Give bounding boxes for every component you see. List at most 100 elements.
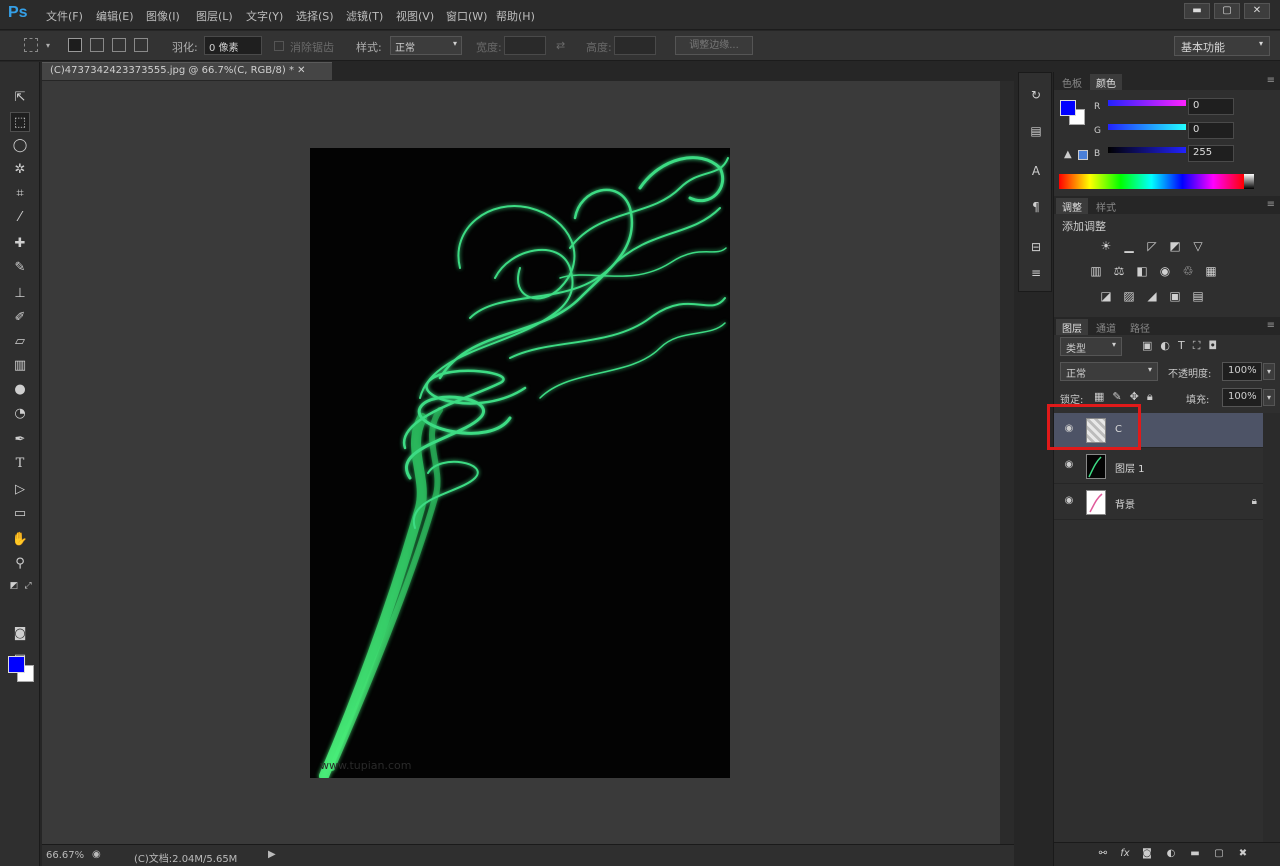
intersect-selection-icon[interactable]	[134, 38, 148, 52]
paragraph-panel-icon[interactable]: ¶	[1028, 199, 1044, 215]
layer-effects-icon[interactable]: fx	[1118, 848, 1132, 862]
channel-mixer-icon[interactable]: ♲	[1180, 264, 1196, 278]
channel-g-value[interactable]: 0	[1188, 122, 1234, 139]
swap-colors-icon[interactable]: ⤢	[18, 576, 38, 596]
brightness-icon[interactable]: ☀	[1098, 239, 1114, 253]
layer-filter-select[interactable]: 类型 ▾	[1060, 337, 1122, 356]
magic-wand-icon[interactable]: ✲	[10, 160, 30, 180]
marquee-preset-icon[interactable]	[24, 38, 38, 52]
healing-brush-icon[interactable]: ✚	[10, 234, 30, 254]
feather-field[interactable]: 0 像素	[204, 36, 262, 55]
add-selection-icon[interactable]	[90, 38, 104, 52]
curves-icon[interactable]: ◸	[1144, 239, 1160, 253]
dodge-tool-icon[interactable]: ◔	[10, 404, 30, 424]
menu-select[interactable]: 选择(S)	[296, 8, 346, 24]
foreground-color-swatch[interactable]	[8, 656, 25, 673]
gradient-map-icon[interactable]: ▤	[1190, 289, 1206, 303]
close-button[interactable]: ✕	[1244, 3, 1270, 19]
restore-button[interactable]: ▢	[1214, 3, 1240, 19]
workspace-select[interactable]: 基本功能 ▾	[1174, 36, 1270, 56]
menu-image[interactable]: 图像(I)	[146, 8, 196, 24]
preset-dropdown-icon[interactable]: ▾	[46, 41, 50, 50]
channel-r-slider[interactable]	[1108, 100, 1186, 106]
zoom-level[interactable]: 66.67%	[46, 850, 84, 861]
type-tool-icon[interactable]: T	[10, 454, 30, 474]
menu-help[interactable]: 帮助(H)	[496, 8, 546, 24]
tab-adjustments[interactable]: 调整	[1056, 198, 1088, 214]
fill-dropdown-icon[interactable]: ▾	[1263, 389, 1275, 406]
layer-row-layer1[interactable]: ◉ 图层 1	[1054, 449, 1263, 484]
adjustments-panel-menu-icon[interactable]: ≡	[1267, 199, 1275, 210]
menu-window[interactable]: 窗口(W)	[446, 8, 496, 24]
eraser-icon[interactable]: ▱	[10, 332, 30, 352]
color-panel-menu-icon[interactable]: ≡	[1267, 75, 1275, 86]
eyedropper-icon[interactable]: ⁄	[10, 208, 30, 228]
tab-channels[interactable]: 通道	[1090, 319, 1122, 335]
clone-stamp-icon[interactable]: ⊥	[10, 284, 30, 304]
tool-presets-icon[interactable]: ⊟	[1028, 239, 1044, 255]
new-layer-icon[interactable]: ▢	[1212, 848, 1226, 862]
exposure-icon[interactable]: ◩	[1167, 239, 1183, 253]
blend-mode-select[interactable]: 正常 ▾	[1060, 362, 1158, 381]
vibrance-icon[interactable]: ▽	[1190, 239, 1206, 253]
gradient-tool-icon[interactable]: ▥	[10, 356, 30, 376]
menu-layer[interactable]: 图层(L)	[196, 8, 246, 24]
color-spectrum[interactable]	[1059, 174, 1244, 189]
height-field[interactable]	[614, 36, 656, 55]
history-brush-icon[interactable]: ✐	[10, 308, 30, 328]
lasso-tool-icon[interactable]: ◯	[10, 136, 30, 156]
marquee-tool-icon[interactable]: ⬚	[10, 112, 30, 132]
menu-filter[interactable]: 滤镜(T)	[346, 8, 396, 24]
layers-scrollbar[interactable]	[1263, 413, 1280, 842]
layers-panel-menu-icon[interactable]: ≡	[1267, 320, 1275, 331]
fill-field[interactable]: 100%	[1222, 388, 1262, 407]
web-color-icon[interactable]	[1078, 150, 1088, 160]
color-spectrum-bw[interactable]	[1244, 174, 1254, 189]
zoom-tool-icon[interactable]: ⚲	[10, 554, 30, 574]
hue-saturation-icon[interactable]: ▥	[1088, 264, 1104, 278]
opacity-dropdown-icon[interactable]: ▾	[1263, 363, 1275, 380]
layer-name[interactable]: 背景	[1115, 496, 1135, 511]
tab-layers[interactable]: 图层	[1056, 319, 1088, 335]
levels-icon[interactable]: ▁	[1121, 239, 1137, 253]
properties-panel-icon[interactable]: ▤	[1028, 123, 1044, 139]
pen-tool-icon[interactable]: ✒	[10, 430, 30, 450]
history-panel-icon[interactable]: ↻	[1028, 87, 1044, 103]
photo-filter-icon[interactable]: ◉	[1157, 264, 1173, 278]
tab-color[interactable]: 颜色	[1090, 74, 1122, 90]
gamut-warning-icon[interactable]: ▲	[1064, 149, 1072, 160]
brush-presets-icon[interactable]: ≡	[1028, 265, 1044, 281]
color-balance-icon[interactable]: ⚖	[1111, 264, 1127, 278]
channel-r-value[interactable]: 0	[1188, 98, 1234, 115]
delete-layer-icon[interactable]: ✖	[1236, 848, 1250, 862]
menu-file[interactable]: 文件(F)	[46, 8, 96, 24]
visibility-eye-icon[interactable]: ◉	[1062, 459, 1076, 473]
hand-tool-icon[interactable]: ✋	[10, 530, 30, 550]
width-field[interactable]	[504, 36, 546, 55]
tab-paths[interactable]: 路径	[1124, 319, 1156, 335]
tab-swatches[interactable]: 色板	[1056, 74, 1088, 90]
invert-icon[interactable]: ◪	[1098, 289, 1114, 303]
color-lookup-icon[interactable]: ▦	[1203, 264, 1219, 278]
refine-edge-button[interactable]: 调整边缘...	[675, 36, 753, 55]
channel-b-value[interactable]: 255	[1188, 145, 1234, 162]
blur-tool-icon[interactable]: ●	[10, 380, 30, 400]
canvas-scrollbar[interactable]	[1000, 81, 1014, 844]
path-select-icon[interactable]: ▷	[10, 480, 30, 500]
menu-view[interactable]: 视图(V)	[396, 8, 446, 24]
character-panel-icon[interactable]: A	[1028, 163, 1044, 179]
crop-tool-icon[interactable]: ⌗	[10, 184, 30, 204]
posterize-icon[interactable]: ▨	[1121, 289, 1137, 303]
link-layers-icon[interactable]: ⚯	[1096, 848, 1110, 862]
layer-filter-icons[interactable]: ▣◐T⛶◘	[1142, 339, 1225, 353]
swap-icon[interactable]: ⇄	[556, 39, 565, 52]
layer-name[interactable]: 图层 1	[1115, 460, 1145, 475]
color-panel-fg-swatch[interactable]	[1060, 100, 1076, 116]
tab-styles[interactable]: 样式	[1090, 198, 1122, 214]
new-selection-icon[interactable]	[68, 38, 82, 52]
channel-b-slider[interactable]	[1108, 147, 1186, 153]
minimize-button[interactable]: ▬	[1184, 3, 1210, 19]
subtract-selection-icon[interactable]	[112, 38, 126, 52]
opacity-field[interactable]: 100%	[1222, 362, 1262, 381]
move-tool-icon[interactable]: ⇱	[10, 88, 30, 108]
